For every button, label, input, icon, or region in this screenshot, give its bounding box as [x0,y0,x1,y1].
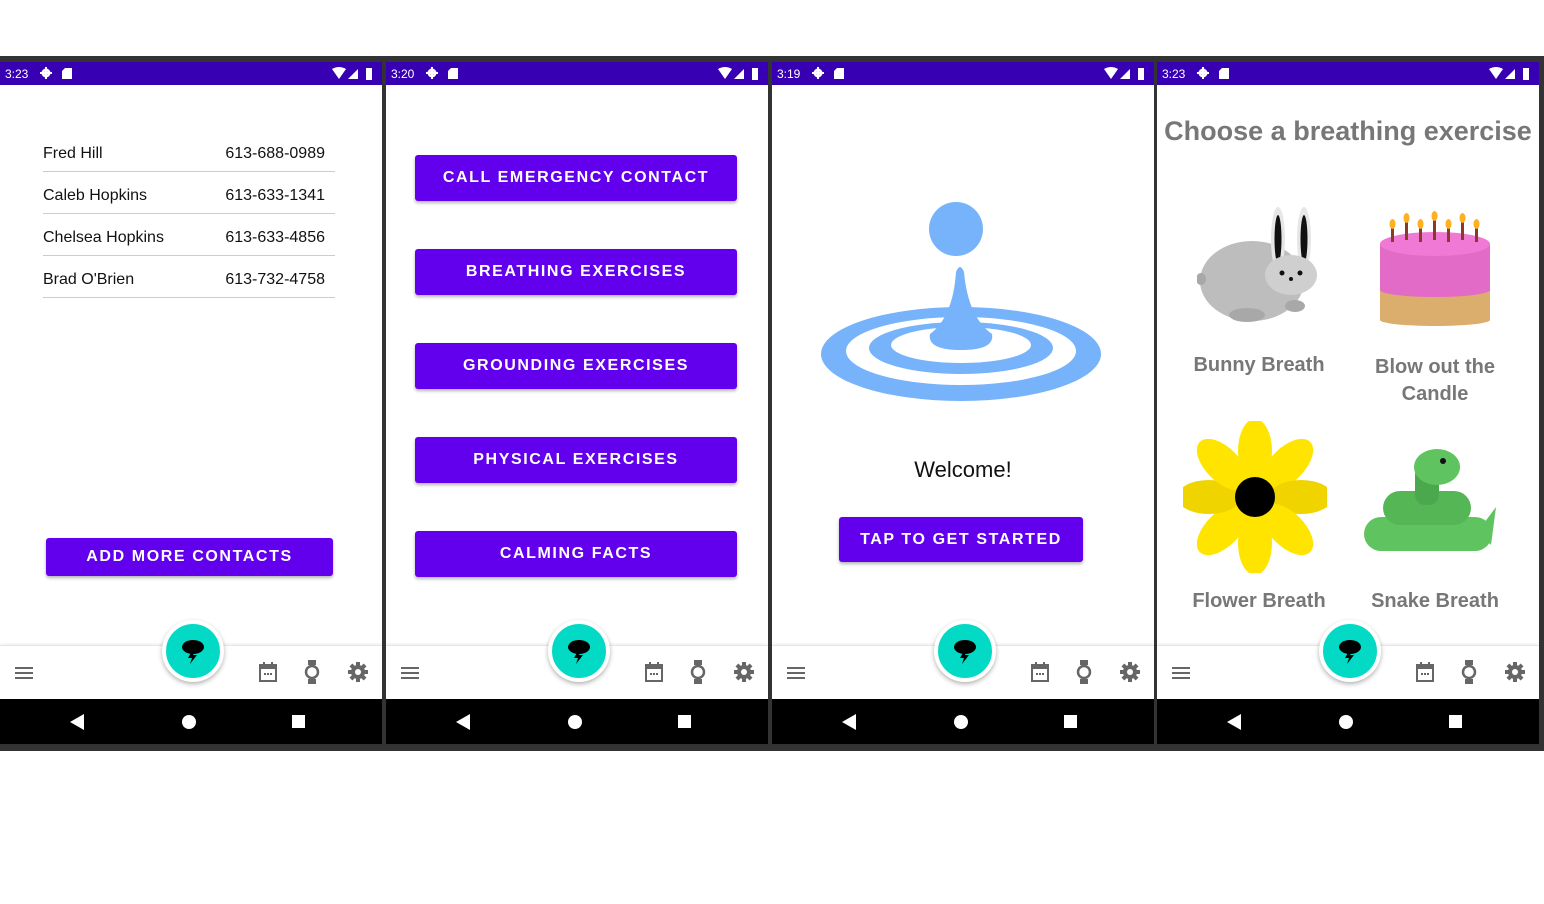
contact-row[interactable]: Caleb Hopkins 613-633-1341 [43,172,335,214]
bunny-image [1197,207,1317,322]
system-navigation-bar [386,699,768,744]
back-icon[interactable] [456,714,470,730]
contact-row[interactable]: Brad O'Brien 613-732-4758 [43,256,335,298]
back-icon[interactable] [70,714,84,730]
gear-icon [1197,67,1209,79]
status-bar: 3:23 [0,62,382,85]
status-time: 3:23 [1162,67,1186,81]
call-emergency-contact-button[interactable]: CALL EMERGENCY CONTACT [415,155,737,201]
storm-cloud-icon [954,640,976,664]
calendar-icon[interactable] [259,662,277,682]
add-more-contacts-button[interactable]: ADD MORE CONTACTS [46,538,333,576]
settings-icon[interactable] [1120,662,1140,682]
phone-screen-welcome: 3:19 Welcome! TAP TO GET STARTED [772,62,1154,744]
gear-icon [426,67,438,79]
water-drop-logo [821,202,1101,401]
contact-name: Chelsea Hopkins [43,229,164,246]
watch-icon[interactable] [690,660,706,684]
status-time: 3:23 [5,67,29,81]
storm-cloud-fab[interactable] [548,620,610,682]
menu-icon[interactable] [15,666,33,680]
system-navigation-bar [1157,699,1539,744]
contact-phone: 613-633-4856 [225,229,325,246]
calming-facts-button[interactable]: CALMING FACTS [415,531,737,577]
status-bar: 3:20 [386,62,768,85]
phone-screen-contacts: 3:23 Fred Hill 613-688-0989 Caleb Hopkin… [0,62,382,744]
exercise-label: Flower Breath [1192,590,1326,612]
status-bar: 3:23 [1157,62,1539,85]
settings-icon[interactable] [734,662,754,682]
settings-icon[interactable] [1505,662,1525,682]
page-title: Choose a breathing exercise [1164,116,1532,146]
recents-icon[interactable] [1064,715,1077,728]
home-icon[interactable] [568,715,582,729]
home-icon[interactable] [954,715,968,729]
sd-card-icon [1219,68,1229,79]
watch-icon[interactable] [1076,660,1092,684]
contact-row[interactable]: Chelsea Hopkins 613-633-4856 [43,214,335,256]
birthday-cake-image [1380,211,1490,326]
menu-icon[interactable] [401,666,419,680]
tap-to-get-started-button[interactable]: TAP TO GET STARTED [839,517,1083,562]
welcome-content: Welcome! TAP TO GET STARTED [772,85,1154,645]
menu-icon[interactable] [787,666,805,680]
calendar-icon[interactable] [645,662,663,682]
phone-screen-menu: 3:20 CALL EMERGENCY CONTACT BREATHING EX… [386,62,768,744]
sd-card-icon [62,68,72,79]
status-bar: 3:19 [772,62,1154,85]
breathing-exercises-button[interactable]: BREATHING EXERCISES [415,249,737,295]
home-icon[interactable] [182,715,196,729]
back-icon[interactable] [842,714,856,730]
recents-icon[interactable] [678,715,691,728]
menu-content: CALL EMERGENCY CONTACT BREATHING EXERCIS… [386,85,768,645]
breathing-content: Choose a breathing exercise Bunny Breath [1157,85,1539,645]
storm-cloud-icon [1339,640,1361,664]
contact-name: Caleb Hopkins [43,187,148,204]
recents-icon[interactable] [292,715,305,728]
exercise-label: Blow out the Candle [1375,356,1495,405]
gear-icon [812,67,824,79]
system-navigation-bar [0,699,382,744]
watch-icon[interactable] [304,660,320,684]
contact-phone: 613-633-1341 [225,187,325,204]
storm-cloud-fab[interactable] [1319,620,1381,682]
settings-icon[interactable] [348,662,368,682]
exercise-label: Snake Breath [1371,590,1499,612]
wifi-signal-battery-icon [718,67,758,80]
storm-cloud-fab[interactable] [162,620,224,682]
calendar-icon[interactable] [1416,662,1434,682]
contact-phone: 613-732-4758 [225,271,325,288]
menu-icon[interactable] [1172,666,1190,680]
gear-icon [40,67,52,79]
sd-card-icon [834,68,844,79]
recents-icon[interactable] [1449,715,1462,728]
phone-screen-breathing: 3:23 Choose a breathing exercise Bunny B… [1157,62,1539,744]
watch-icon[interactable] [1461,660,1477,684]
grounding-exercises-button[interactable]: GROUNDING EXERCISES [415,343,737,389]
snake-image [1364,449,1496,551]
wifi-signal-battery-icon [332,67,372,80]
contacts-content: Fred Hill 613-688-0989 Caleb Hopkins 613… [0,85,382,645]
storm-cloud-icon [182,640,204,664]
contact-phone: 613-688-0989 [225,145,325,162]
welcome-text: Welcome! [914,457,1012,482]
calendar-icon[interactable] [1031,662,1049,682]
wifi-signal-battery-icon [1489,67,1529,80]
exercise-label: Bunny Breath [1193,354,1325,376]
back-icon[interactable] [1227,714,1241,730]
contact-row[interactable]: Fred Hill 613-688-0989 [43,130,335,172]
flower-image [1183,421,1327,573]
storm-cloud-icon [568,640,590,664]
contact-name: Brad O'Brien [43,271,135,288]
storm-cloud-fab[interactable] [934,620,996,682]
physical-exercises-button[interactable]: PHYSICAL EXERCISES [415,437,737,483]
home-icon[interactable] [1339,715,1353,729]
contact-name: Fred Hill [43,145,103,162]
system-navigation-bar [772,699,1154,744]
status-time: 3:19 [777,67,801,81]
sd-card-icon [448,68,458,79]
wifi-signal-battery-icon [1104,67,1144,80]
status-time: 3:20 [391,67,415,81]
